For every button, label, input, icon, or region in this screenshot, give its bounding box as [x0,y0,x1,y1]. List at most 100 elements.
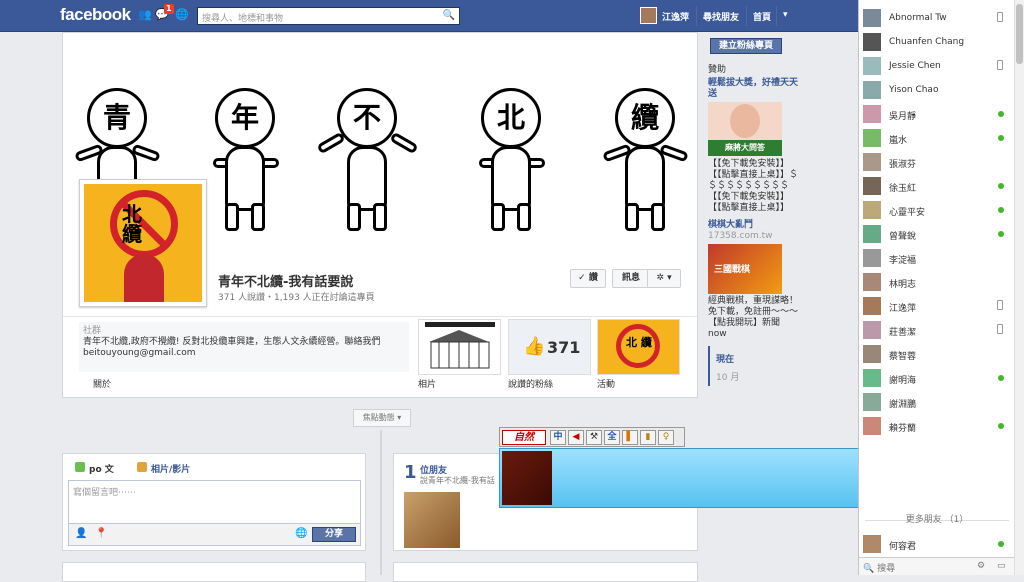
chat-contact[interactable]: 吳月靜 [859,102,1024,126]
chat-contact[interactable]: 徐玉紅 [859,174,1024,198]
contact-name: Chuanfen Chang [889,37,965,47]
ime-arrow-icon[interactable]: ◀ [568,430,584,445]
ad-2-url: 17358.com.tw [708,231,773,241]
tab-photo-video[interactable]: 相片/影片 [151,462,190,475]
chat-contact[interactable]: 張淑芬 [859,150,1024,174]
status-composer: po 文 相片/影片 寫個留言吧⋯⋯ 👤 📍 🌐 分享 [62,453,366,551]
highlights-dropdown[interactable]: 焦點動態 ▾ [353,409,411,427]
chat-contact[interactable]: 莊善潔 [859,318,1024,342]
online-dot-icon [998,231,1004,237]
post-input[interactable]: 寫個留言吧⋯⋯ [68,480,361,524]
likes-box[interactable]: 👍 371 [508,319,591,375]
location-pin-icon[interactable]: 📍 [95,528,107,539]
create-page-button[interactable]: 建立粉絲專頁 [710,38,782,54]
tag-people-icon[interactable]: 👤 [75,528,87,539]
account-menu-chevron-icon[interactable]: ▾ [783,10,788,20]
gear-menu-button[interactable]: ✲ ▾ [647,269,681,288]
ad-2[interactable]: 棋棋大亂鬥 17358.com.tw 三國戰棋 經典戰棋，重現謀略！免下載，免註… [708,220,798,340]
ime-mode-button[interactable]: 中 [550,430,566,445]
photo-icon [137,462,147,472]
avatar [863,33,881,51]
about-link[interactable]: 關於 [93,377,111,390]
events-label[interactable]: 活動 [597,377,615,390]
contact-name: Jessie Chen [889,61,941,71]
cover-character: 青 [87,88,147,148]
chat-search-input[interactable]: 🔍 搜尋 ⚙ ▭ [859,557,1015,575]
chat-sidebar: Abnormal Tw Chuanfen Chang Jessie Chen Yiso… [858,0,1024,575]
chat-contact[interactable]: Abnormal Tw [859,6,1024,30]
avatar [863,297,881,315]
like-button[interactable]: ✓ 讚 [570,269,606,288]
home-link[interactable]: 首頁 [753,10,771,23]
chat-contact[interactable]: 謝淵鵬 [859,390,1024,414]
chat-contact[interactable]: 蔡智蓉 [859,342,1024,366]
user-name-link[interactable]: 江逸萍 [662,10,689,23]
ime-fullwidth-icon[interactable]: 全 [604,430,620,445]
prohibition-sign-icon [110,190,178,258]
search-icon[interactable]: 🔍 [443,10,455,21]
events-thumbnail[interactable]: 北 纜 [597,319,680,375]
chat-contact[interactable]: 謝明海 [859,366,1024,390]
avatar [863,81,881,99]
share-button[interactable]: 分享 [312,527,356,542]
avatar [863,345,881,363]
mobile-phone-icon [997,12,1003,22]
ime-punct-icon[interactable]: ▌ [622,430,638,445]
profile-figure [124,254,164,302]
user-avatar[interactable] [640,7,657,24]
friend-photo[interactable] [404,492,460,548]
chat-contact[interactable]: 賴芬蘭 [859,414,1024,438]
ad-2-image[interactable]: 三國戰棋 [708,244,782,294]
ime-logo[interactable]: 自然 [502,430,546,445]
chat-contact[interactable]: 心靈平安 [859,198,1024,222]
photos-thumbnail[interactable] [418,319,501,375]
ad-1-image[interactable]: 麻將大問答 [708,102,782,156]
online-dot-icon [998,541,1004,547]
photos-label[interactable]: 相片 [418,377,436,390]
chat-search-label: 搜尋 [877,564,896,574]
message-button[interactable]: 訊息 [612,269,650,288]
sidebar-toggle-icon[interactable]: ▭ [997,561,1006,571]
ad-1[interactable]: 輕鬆拔大獎，好禮天天送 麻將大問答 【【免下載免安裝】】【【點擊直接上桌】】＄＄… [708,78,798,214]
ad-1-title[interactable]: 輕鬆拔大獎，好禮天天送 [708,78,798,100]
next-post-card [393,562,698,582]
contact-name: 吳月靜 [889,112,917,122]
cover-character: 不 [337,88,397,148]
chat-contact[interactable]: 江逸萍 [859,294,1024,318]
likes-label[interactable]: 說讚的粉絲 [508,377,553,390]
ime-tools-icon[interactable]: ⚒ [586,430,602,445]
contact-name: 曾聲銳 [889,232,917,242]
ad-2-title[interactable]: 棋棋大亂鬥 [708,220,798,231]
chat-contact[interactable]: Yison Chao [859,78,1024,102]
profile-picture[interactable]: 北 纜 [79,179,207,307]
avatar [863,417,881,435]
chat-contact[interactable]: 嵐水 [859,126,1024,150]
avatar [863,201,881,219]
avatar [863,393,881,411]
scrubber-month[interactable]: 10 月 [716,370,739,383]
chat-contact[interactable]: 李淀福 [859,246,1024,270]
scrubber-now[interactable]: 現在 [716,352,734,365]
chat-contact[interactable]: 林明志 [859,270,1024,294]
find-friends-link[interactable]: 尋找朋友 [703,10,739,23]
facebook-logo[interactable]: facebook [60,5,131,25]
tab-post[interactable]: po 文 [89,462,114,475]
contact-name: 謝明海 [889,376,917,386]
gear-icon[interactable]: ⚙ [977,561,985,571]
about-box[interactable]: 社群 青年不北纜,政府不攪纜! 反對北投纜車興建，生態人文永續經營。聯絡我們 b… [79,322,409,372]
page-stats[interactable]: 371 人說讚・1,193 人正在討論這專頁 [218,290,375,303]
chat-contact[interactable]: 何容君 [859,532,1024,556]
ime-dict-icon[interactable]: ▮ [640,430,656,445]
audience-globe-icon[interactable]: 🌐 [295,528,307,539]
ime-help-icon[interactable]: ♀ [658,430,674,445]
contact-name: 李淀福 [889,256,917,266]
chat-scrollbar[interactable] [1014,0,1024,575]
globe-icon[interactable]: 🌐 [175,9,189,21]
contact-name: 心靈平安 [889,208,926,218]
search-input[interactable]: 搜尋人、地標和事物 🔍 [197,7,460,25]
chat-contact[interactable]: Jessie Chen [859,54,1024,78]
friend-requests-icon[interactable]: 👥 [138,9,152,21]
chat-contact[interactable]: Chuanfen Chang [859,30,1024,54]
chat-contact[interactable]: 曾聲銳 [859,222,1024,246]
cover-figure: 年 [203,88,288,231]
